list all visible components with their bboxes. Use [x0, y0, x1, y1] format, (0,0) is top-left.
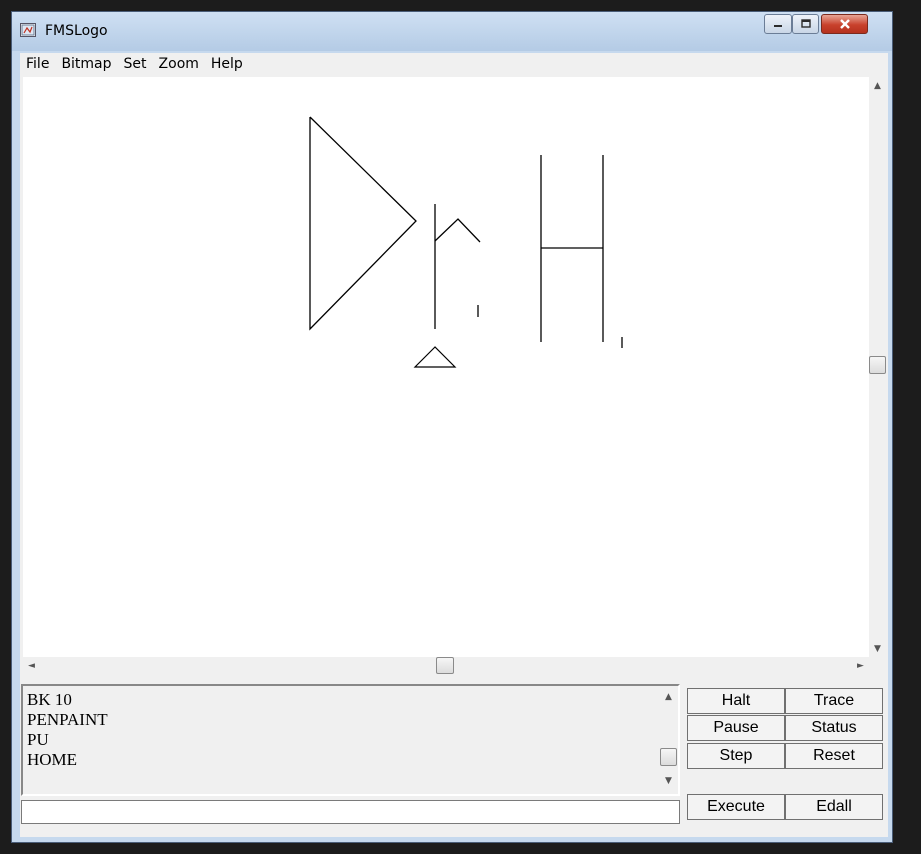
halt-button[interactable]: Halt: [687, 688, 785, 714]
close-icon: [839, 19, 850, 29]
history-line: HOME: [27, 750, 78, 769]
minimize-button[interactable]: [764, 14, 792, 34]
history-line: PENPAINT: [27, 710, 108, 729]
step-button[interactable]: Step: [687, 743, 785, 769]
maximize-button[interactable]: [792, 14, 819, 34]
reset-button[interactable]: Reset: [785, 743, 883, 769]
history-line: PU: [27, 730, 49, 749]
pause-button[interactable]: Pause: [687, 715, 785, 741]
history-scroll-up-icon[interactable]: ▲: [660, 688, 677, 705]
history-lines: BK 10 PENPAINT PU HOME: [27, 690, 108, 770]
window-title: FMSLogo: [45, 23, 108, 39]
scrollbar-corner: [869, 657, 886, 674]
scroll-left-arrow-icon[interactable]: ◄: [23, 657, 40, 674]
scroll-up-arrow-icon[interactable]: ▲: [869, 77, 886, 94]
drawing-letter-r-arm: [434, 218, 481, 243]
command-input[interactable]: [21, 800, 680, 824]
edall-button[interactable]: Edall: [785, 794, 883, 820]
menu-set[interactable]: Set: [118, 56, 153, 72]
status-button[interactable]: Status: [785, 715, 883, 741]
vertical-scroll-thumb[interactable]: [869, 356, 886, 374]
history-scroll-thumb[interactable]: [660, 748, 677, 766]
maximize-icon: [800, 19, 811, 28]
close-button[interactable]: [821, 14, 868, 34]
menu-help[interactable]: Help: [205, 56, 249, 72]
logo-window-icon: [20, 23, 36, 37]
horizontal-scrollbar[interactable]: ◄ ►: [23, 657, 869, 674]
minimize-icon: [774, 25, 782, 27]
scroll-down-arrow-icon[interactable]: ▼: [869, 640, 886, 657]
history-scrollbar[interactable]: ▲ ▼: [659, 686, 678, 794]
menu-file[interactable]: File: [20, 56, 55, 72]
drawing-letter-d: [309, 116, 417, 331]
client-area: ▲ ▼ ◄ ► BK 10 PENPAINT PU HOME ▲ ▼ Halt …: [20, 75, 888, 837]
turtle-canvas[interactable]: [23, 77, 869, 657]
trace-button[interactable]: Trace: [785, 688, 883, 714]
horizontal-scroll-thumb[interactable]: [436, 657, 454, 674]
vertical-scrollbar[interactable]: ▲ ▼: [869, 77, 886, 657]
execute-button[interactable]: Execute: [687, 794, 785, 820]
title-bar[interactable]: FMSLogo: [12, 12, 892, 51]
turtle-drawing: [309, 116, 623, 348]
history-line: BK 10: [27, 690, 72, 709]
history-scroll-down-icon[interactable]: ▼: [660, 772, 677, 789]
menu-zoom[interactable]: Zoom: [153, 56, 205, 72]
menu-bitmap[interactable]: Bitmap: [55, 56, 117, 72]
fmslogo-window: FMSLogo File Bitmap Set Zoom Help ▲ ▼ ◄ …: [11, 11, 893, 843]
menu-bar: File Bitmap Set Zoom Help: [20, 53, 888, 75]
scroll-right-arrow-icon[interactable]: ►: [852, 657, 869, 674]
turtle-triangle-icon: [413, 346, 457, 368]
commander-history[interactable]: BK 10 PENPAINT PU HOME ▲ ▼: [21, 684, 680, 796]
